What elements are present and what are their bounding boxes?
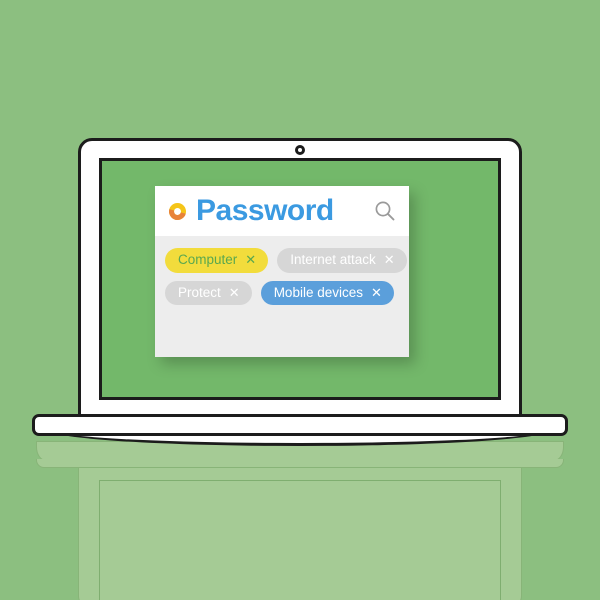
tag-computer[interactable]: Computer ✕: [165, 248, 269, 273]
laptop-base-plate: [32, 414, 568, 436]
webcam-icon: [295, 145, 305, 155]
illustration-scene: Password Computer ✕ Internet attack ✕ Pr…: [0, 0, 600, 600]
close-icon[interactable]: ✕: [371, 286, 382, 299]
tag-internet-attack[interactable]: Internet attack ✕: [277, 248, 407, 273]
search-title: Password: [196, 194, 334, 227]
tag-label: Protect: [178, 284, 221, 300]
laptop-device: Password Computer ✕ Internet attack ✕ Pr…: [0, 0, 600, 600]
tag-row: Computer ✕ Internet attack ✕: [165, 248, 407, 273]
password-search-widget: Password Computer ✕ Internet attack ✕ Pr…: [155, 186, 409, 358]
tag-row: Protect ✕ Mobile devices ✕: [165, 280, 399, 306]
ring-logo-icon: [169, 202, 186, 220]
tag-protect[interactable]: Protect ✕: [165, 280, 252, 306]
tag-panel: Computer ✕ Internet attack ✕ Protect ✕ M…: [155, 236, 409, 358]
tag-mobile-devices[interactable]: Mobile devices ✕: [260, 280, 394, 306]
tag-label: Mobile devices: [273, 284, 363, 300]
close-icon[interactable]: ✕: [245, 253, 256, 266]
tag-label: Computer: [178, 252, 238, 267]
search-bar[interactable]: Password: [155, 186, 409, 236]
tag-label: Internet attack: [290, 252, 376, 267]
close-icon[interactable]: ✕: [384, 253, 395, 266]
search-icon[interactable]: [373, 199, 397, 223]
close-icon[interactable]: ✕: [229, 286, 240, 299]
